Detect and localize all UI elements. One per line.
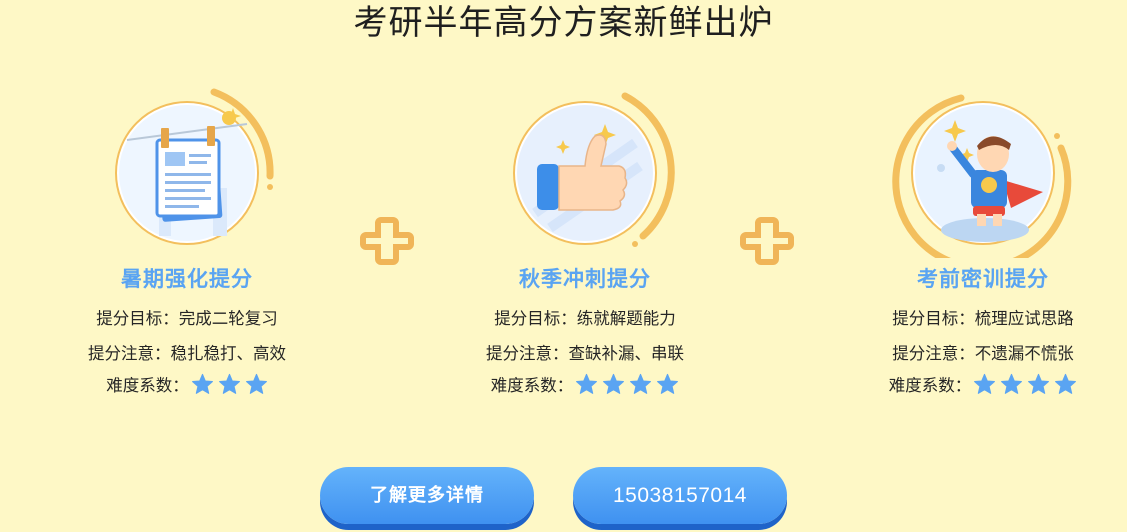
superhero-icon [892,94,1072,258]
difficulty-stars [575,373,679,396]
difficulty-stars [191,373,268,396]
stage-difficulty: 难度系数： [833,372,1127,396]
stage-difficulty: 难度系数： [37,372,337,396]
star-icon [630,373,652,394]
star-icon [576,373,598,394]
stage-note: 提分注意：不遗漏不慌张 [892,344,1074,363]
stage-title: 考前密训提分 [917,267,1049,291]
difficulty-label: 难度系数： [888,376,972,395]
difficulty-label: 难度系数： [490,376,574,395]
star-icon [1001,373,1023,394]
star-icon [191,373,213,394]
phone-button[interactable]: 15038157014 [573,467,787,524]
stage-difficulty: 难度系数： [435,372,735,396]
star-icon [245,373,267,394]
star-icon [974,373,996,394]
stage-goal: 提分目标：练就解题能力 [494,309,676,328]
notebook-icon [115,88,274,245]
star-icon [603,373,625,394]
thumbs-up-icon [513,92,675,247]
star-icon [657,373,679,394]
stage-title: 秋季冲刺提分 [519,267,651,291]
plus-icon [740,217,794,265]
stage-goal: 提分目标：完成二轮复习 [96,309,278,328]
page-title: 考研半年高分方案新鲜出炉 [353,3,774,43]
plus-icon [360,217,414,265]
stage-note: 提分注意：稳扎稳打、高效 [88,344,286,363]
difficulty-stars [973,373,1077,396]
star-icon [1028,373,1050,394]
stage-note: 提分注意：查缺补漏、串联 [486,344,684,363]
learn-more-button[interactable]: 了解更多详情 [320,467,534,524]
difficulty-label: 难度系数： [106,376,189,395]
stage-goal: 提分目标：梳理应试思路 [892,309,1074,328]
stage-title: 暑期强化提分 [121,267,253,291]
star-icon [218,373,240,394]
star-icon [1055,373,1077,394]
